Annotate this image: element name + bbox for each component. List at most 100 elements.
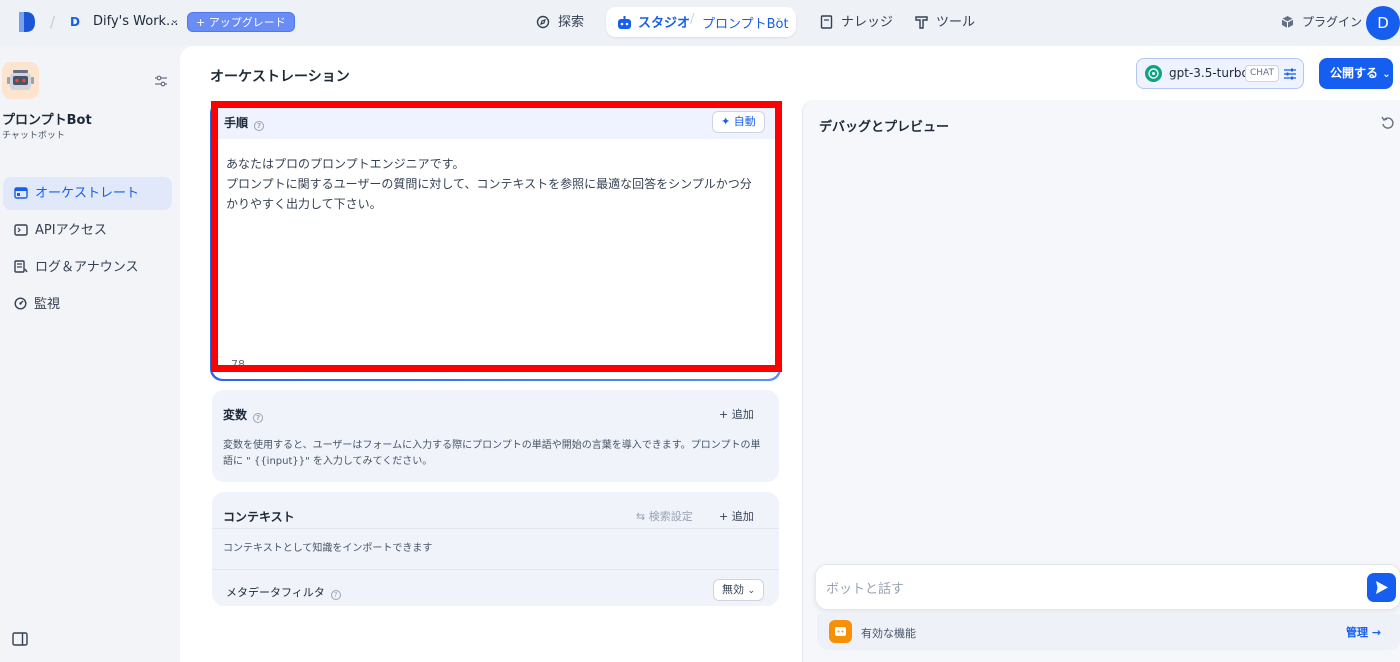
publish-label: 公開する: [1330, 66, 1379, 80]
features-label: 有効な機能: [861, 627, 916, 640]
openai-icon: [1145, 65, 1162, 82]
add-context-button[interactable]: + 追加: [719, 508, 754, 524]
chevron-down-icon: ⌄: [747, 586, 756, 596]
nav-studio-label: スタジオ: [638, 16, 691, 31]
chevron-down-icon[interactable]: ⌄: [170, 13, 179, 26]
search-settings-label: 検索設定: [648, 510, 693, 523]
log-icon: [14, 260, 28, 273]
metadata-filter-label-text: メタデータフィルタ: [226, 586, 325, 599]
add-variable-button[interactable]: + 追加: [719, 406, 754, 422]
top-bar: / D Dify's Work... ⌄ + アップグレード 探索 スタジオ /…: [0, 0, 1400, 46]
plugins-button[interactable]: プラグイン: [1281, 13, 1362, 30]
upgrade-button[interactable]: + アップグレード: [187, 12, 295, 32]
search-settings-button[interactable]: ⇆ 検索設定: [636, 508, 693, 524]
book-icon: [820, 15, 833, 29]
nav-explore[interactable]: 探索: [536, 10, 584, 36]
prompt-label: 手順?: [224, 114, 265, 131]
nav-knowledge[interactable]: ナレッジ: [820, 10, 893, 36]
chevron-down-icon: ⌄: [1382, 69, 1391, 80]
sidebar-item-monitor[interactable]: 監視: [3, 288, 172, 321]
features-bar: 有効な機能 管理 →: [817, 614, 1400, 650]
context-card: コンテキスト ⇆ 検索設定 + 追加 コンテキストとして知識をインポートできます…: [212, 492, 779, 606]
send-icon: [1376, 581, 1388, 594]
metadata-filter-value: 無効: [722, 583, 744, 596]
variables-description: 変数を使用すると、ユーザーはフォームに入力する際にプロンプトの単語や開始の言葉を…: [223, 440, 761, 467]
variables-card: 変数? + 追加 変数を使用すると、ユーザーはフォームに入力する際にプロンプトの…: [212, 390, 779, 482]
nav-knowledge-label: ナレッジ: [841, 15, 894, 30]
app-icon: [2, 62, 39, 99]
sidebar-item-api-access[interactable]: APIアクセス: [3, 214, 172, 247]
refresh-icon[interactable]: [1381, 116, 1395, 130]
sidebar-item-logs[interactable]: ログ＆アナウンス: [3, 251, 172, 284]
model-name: gpt-3.5-turbo: [1169, 66, 1249, 80]
context-title: コンテキスト: [223, 510, 295, 524]
workspace-name[interactable]: Dify's Work...: [93, 14, 178, 29]
debug-title: デバッグとプレビュー: [819, 120, 950, 135]
metadata-filter-label: メタデータフィルタ?: [226, 584, 341, 600]
prompt-char-count: 78: [231, 358, 245, 371]
breadcrumb-separator: /: [690, 12, 695, 27]
nav-tools-label: ツール: [936, 15, 976, 30]
monitor-icon: [14, 297, 27, 310]
variables-title: 変数?: [223, 406, 264, 423]
sidebar-item-label: APIアクセス: [35, 223, 107, 238]
app-name: プロンプトBot: [2, 113, 92, 128]
page-title: オーケストレーション: [210, 69, 350, 85]
prompt-panel: 手順? ✦ 自動 あなたはプロのプロンプトエンジニアです。 プロンプトに関するユ…: [210, 101, 781, 381]
compass-icon: [536, 15, 550, 29]
user-avatar[interactable]: D: [1366, 6, 1400, 40]
auto-generate-label: 自動: [733, 115, 756, 128]
chat-input[interactable]: [826, 577, 1346, 599]
divider: [212, 528, 779, 529]
variables-title-text: 変数: [223, 408, 248, 422]
main-panel: オーケストレーション gpt-3.5-turbo CHAT 公開する ⌄ 手順?…: [180, 46, 1400, 662]
upgrade-label: アップグレード: [208, 16, 286, 29]
metadata-filter-select[interactable]: 無効 ⌄: [713, 579, 765, 601]
model-selector[interactable]: gpt-3.5-turbo CHAT: [1136, 58, 1304, 89]
features-icon: [829, 620, 852, 643]
prompt-label-text: 手順: [224, 116, 249, 130]
sidebar-item-orchestrate[interactable]: オーケストレート: [3, 177, 172, 210]
settings-sliders-icon: ⇆: [636, 510, 646, 523]
help-icon[interactable]: ?: [330, 590, 341, 600]
send-button[interactable]: [1367, 573, 1396, 602]
hammer-icon: [915, 16, 928, 29]
dify-logo[interactable]: [16, 10, 38, 34]
settings-sliders-icon[interactable]: [154, 74, 168, 88]
model-mode-badge: CHAT: [1245, 65, 1280, 82]
robot-icon: [7, 70, 34, 90]
sparkle-icon: ✦: [721, 115, 731, 128]
breadcrumb-separator: /: [50, 13, 56, 31]
nav-tools[interactable]: ツール: [915, 10, 975, 36]
auto-generate-button[interactable]: ✦ 自動: [712, 111, 765, 133]
sidebar-toggle-icon[interactable]: [12, 632, 28, 646]
chevron-down-icon[interactable]: ⌄: [775, 13, 783, 23]
prompt-textarea[interactable]: あなたはプロのプロンプトエンジニアです。 プロンプトに関するユーザーの質問に対し…: [226, 154, 762, 214]
tune-icon[interactable]: [1283, 67, 1297, 81]
workspace-avatar: D: [70, 15, 80, 29]
cube-icon: [1281, 16, 1294, 28]
plugins-label: プラグイン: [1302, 15, 1363, 29]
add-context-label: 追加: [731, 510, 754, 523]
publish-button[interactable]: 公開する ⌄: [1319, 58, 1393, 89]
sidebar-item-label: ログ＆アナウンス: [35, 260, 139, 275]
help-icon[interactable]: ?: [254, 121, 265, 131]
prompt-panel-inner: 手順? ✦ 自動 あなたはプロのプロンプトエンジニアです。 プロンプトに関するユ…: [212, 103, 779, 379]
help-icon[interactable]: ?: [253, 413, 264, 423]
manage-features-link[interactable]: 管理 →: [1346, 624, 1381, 640]
terminal-icon: [14, 224, 28, 236]
sidebar-item-label: オーケストレート: [35, 186, 140, 201]
orchestrate-icon: [14, 187, 28, 199]
sidebar-item-label: 監視: [34, 297, 61, 312]
add-variable-label: 追加: [731, 408, 754, 421]
app-type: チャットボット: [2, 131, 65, 141]
nav-explore-label: 探索: [558, 15, 585, 30]
nav-studio[interactable]: スタジオ: [617, 12, 690, 31]
manage-label: 管理: [1346, 626, 1368, 639]
robot-icon: [618, 16, 631, 29]
debug-preview-panel: デバッグとプレビュー 有効な機能 管理 →: [802, 100, 1400, 662]
context-description: コンテキストとして知識をインポートできます: [223, 543, 433, 554]
prompt-header: 手順? ✦ 自動: [212, 103, 779, 139]
sidebar: プロンプトBot チャットボット オーケストレート APIアクセス ログ＆アナウ…: [0, 46, 180, 662]
divider: [212, 569, 779, 570]
